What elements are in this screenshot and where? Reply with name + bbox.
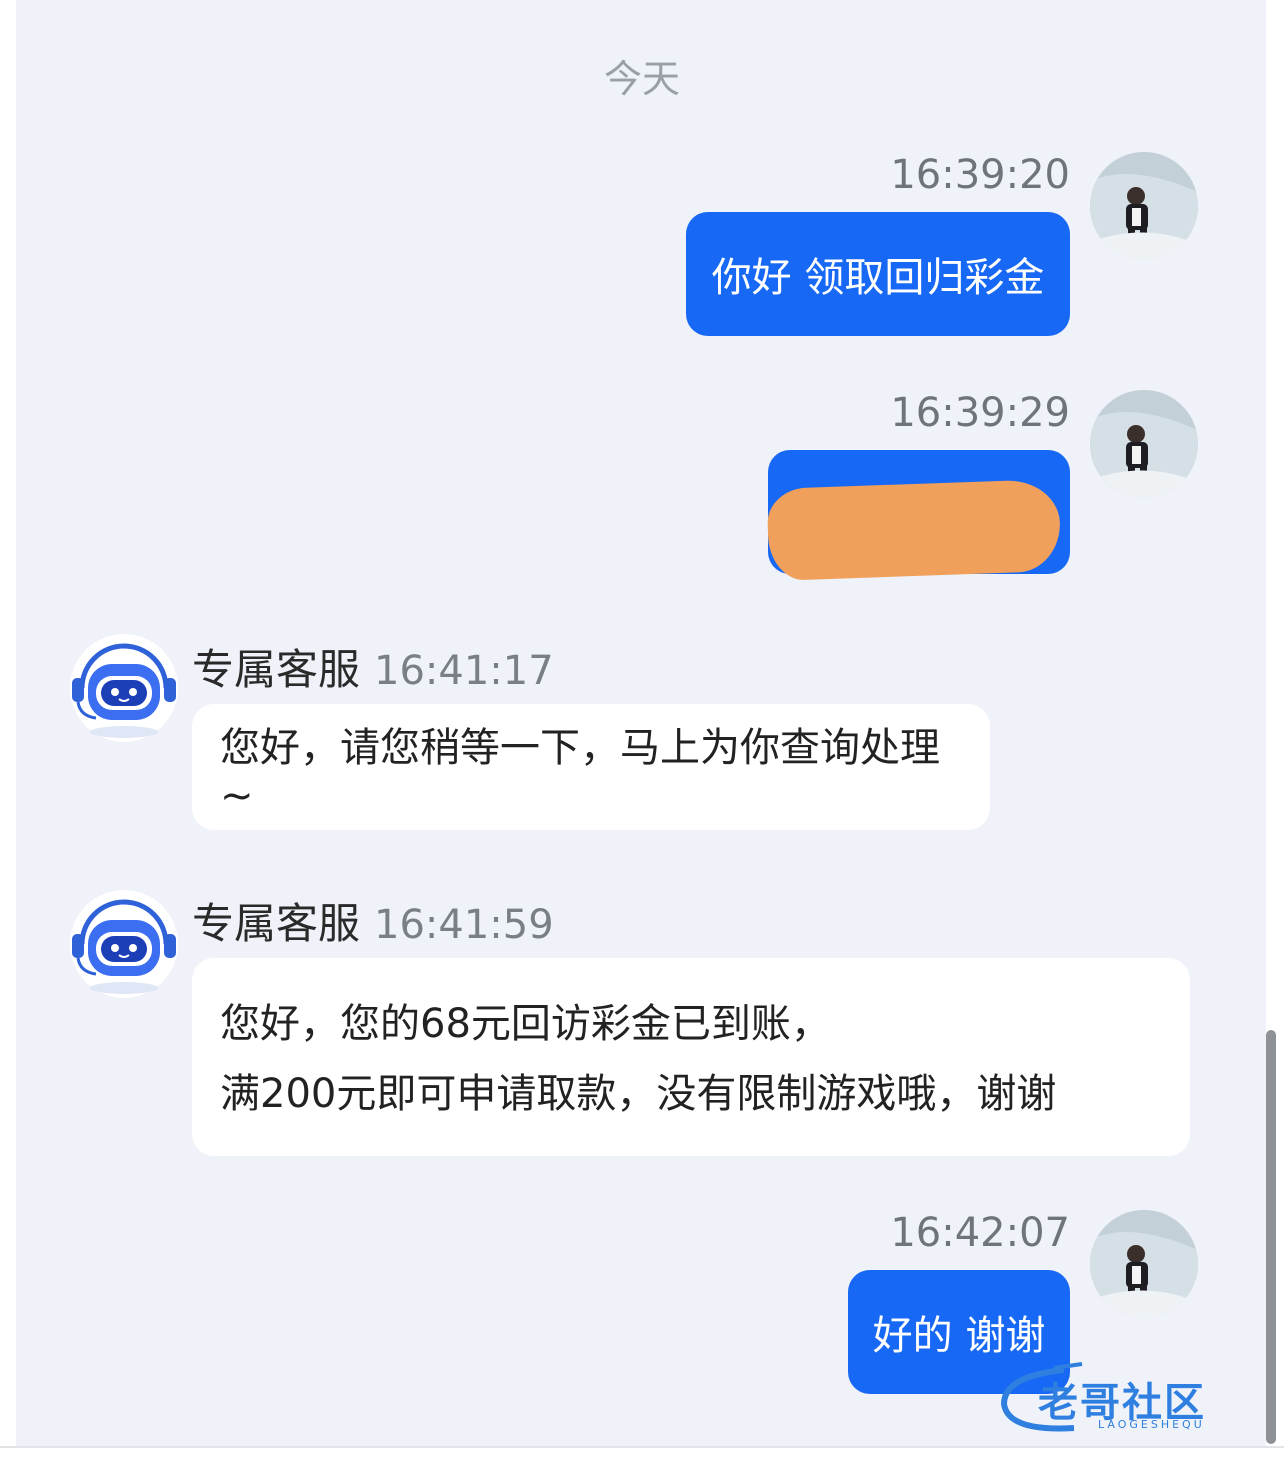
sender-name: 专属客服	[192, 645, 361, 694]
message-time: 16:39:29	[890, 390, 1070, 436]
day-divider: 今天	[603, 57, 680, 101]
message-line: 满200元即可申请取款，没有限制游戏哦，谢谢	[220, 1071, 1057, 1117]
redaction-mark	[766, 478, 1062, 582]
incoming-message-bubble[interactable]: 您好，请您稍等一下，马上为你查询处理~	[192, 704, 990, 830]
user-avatar-photo	[1090, 390, 1198, 498]
message-text: 好的 谢谢	[872, 1313, 1046, 1359]
watermark-logo: 老哥社区 LAOGESHEQU	[994, 1362, 1264, 1436]
user-avatar[interactable]	[1090, 152, 1198, 260]
sender-name: 专属客服	[192, 899, 361, 948]
sender-header: 专属客服 16:41:17	[192, 636, 554, 697]
message-line: 您好，您的68元回访彩金已到账，	[220, 1001, 831, 1047]
message-time: 16:41:17	[374, 648, 554, 694]
user-avatar[interactable]	[1090, 1210, 1198, 1318]
watermark-subtext: LAOGESHEQU	[1098, 1418, 1205, 1431]
message-text: 你好 领取回归彩金	[711, 255, 1045, 301]
user-avatar-photo	[1090, 152, 1198, 260]
outgoing-message-bubble[interactable]: 你好 领取回归彩金	[686, 212, 1070, 336]
sender-header: 专属客服 16:41:59	[192, 890, 554, 951]
message-time: 16:39:20	[890, 152, 1070, 198]
user-avatar[interactable]	[1090, 390, 1198, 498]
agent-avatar[interactable]	[68, 632, 180, 744]
robot-headset-icon	[70, 890, 178, 998]
message-time: 16:42:07	[890, 1210, 1070, 1256]
agent-avatar[interactable]	[68, 888, 180, 1000]
scrollbar[interactable]	[1266, 1030, 1276, 1444]
message-text: 您好，请您稍等一下，马上为你查询处理~	[220, 725, 940, 819]
user-avatar-photo	[1090, 1210, 1198, 1318]
bottom-divider	[0, 1446, 1284, 1448]
robot-headset-icon	[70, 634, 178, 742]
incoming-message-bubble[interactable]: 您好，您的68元回访彩金已到账， 满200元即可申请取款，没有限制游戏哦，谢谢	[192, 958, 1190, 1156]
message-time: 16:41:59	[374, 902, 554, 948]
